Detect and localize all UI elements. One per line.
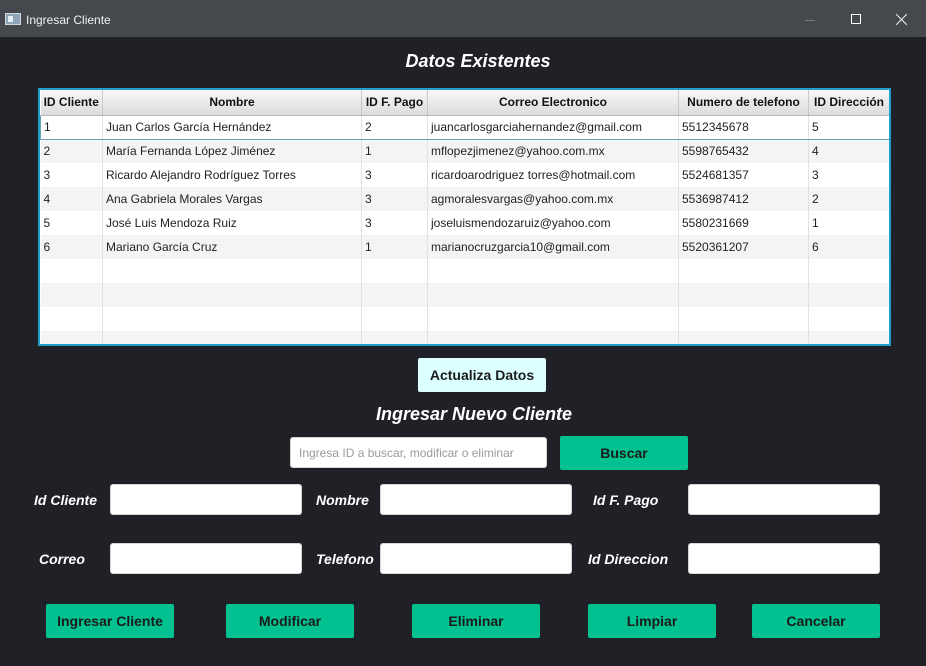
title-bar: Ingresar Cliente — [0, 0, 926, 37]
cell-id-cliente: 4 — [40, 187, 103, 211]
cell-correo: agmoralesvargas@yahoo.com.mx — [427, 187, 679, 211]
telefono-field[interactable] — [380, 543, 572, 574]
cell-id-direccion: 4 — [808, 139, 889, 163]
cell-id-pago: 2 — [361, 114, 428, 140]
empty-table-row — [40, 283, 889, 307]
correo-label: Correo — [39, 551, 85, 567]
column-header-nombre[interactable]: Nombre — [102, 90, 362, 116]
telefono-label: Telefono — [316, 551, 374, 567]
existing-data-heading: Datos Existentes — [405, 51, 551, 71]
cell-id-direccion: 5 — [808, 114, 889, 140]
table-row[interactable]: 6 Mariano García Cruz 1 marianocruzgarci… — [40, 235, 889, 259]
column-header-id-cliente[interactable]: ID Cliente — [40, 90, 103, 116]
cell-id-pago: 3 — [361, 187, 428, 211]
cell-nombre: Juan Carlos García Hernández — [102, 114, 362, 140]
close-icon — [896, 13, 908, 25]
cell-telefono: 5520361207 — [678, 235, 809, 259]
empty-table-row — [40, 331, 889, 344]
cell-id-cliente: 6 — [40, 235, 103, 259]
buscar-button[interactable]: Buscar — [560, 436, 688, 470]
minimize-icon — [805, 19, 815, 21]
id-pago-label: Id F. Pago — [593, 492, 659, 508]
column-header-telefono[interactable]: Numero de telefono — [678, 90, 809, 116]
column-header-id-pago[interactable]: ID F. Pago — [361, 90, 428, 116]
table-header-row: ID Cliente Nombre ID F. Pago Correo Elec… — [40, 90, 889, 116]
eliminar-button[interactable]: Eliminar — [412, 604, 540, 638]
maximize-icon — [851, 13, 861, 24]
maximize-button[interactable] — [834, 4, 878, 34]
cell-id-pago: 1 — [361, 139, 428, 163]
cell-nombre: José Luis Mendoza Ruiz — [102, 211, 362, 235]
empty-table-row — [40, 259, 889, 283]
empty-table-row — [40, 307, 889, 331]
correo-field[interactable] — [110, 543, 302, 574]
minimize-button[interactable] — [788, 4, 832, 34]
cell-correo: mflopezjimenez@yahoo.com.mx — [427, 139, 679, 163]
ingresar-cliente-button[interactable]: Ingresar Cliente — [46, 604, 174, 638]
actualiza-datos-button[interactable]: Actualiza Datos — [418, 358, 546, 392]
cell-telefono: 5512345678 — [678, 114, 809, 140]
cell-nombre: Ricardo Alejandro Rodríguez Torres — [102, 163, 362, 187]
app-window-icon — [5, 13, 21, 25]
cell-id-cliente: 1 — [40, 114, 103, 140]
id-cliente-field[interactable] — [110, 484, 302, 515]
cell-id-pago: 3 — [361, 211, 428, 235]
cell-telefono: 5580231669 — [678, 211, 809, 235]
cell-id-direccion: 3 — [808, 163, 889, 187]
table-row[interactable]: 1 Juan Carlos García Hernández 2 juancar… — [40, 114, 889, 140]
modificar-button[interactable]: Modificar — [226, 604, 354, 638]
window-title: Ingresar Cliente — [26, 13, 111, 27]
cell-telefono: 5536987412 — [678, 187, 809, 211]
column-header-correo[interactable]: Correo Electronico — [427, 90, 679, 116]
cell-telefono: 5524681357 — [678, 163, 809, 187]
table-row[interactable]: 5 José Luis Mendoza Ruiz 3 joseluismendo… — [40, 211, 889, 235]
cell-id-direccion: 1 — [808, 211, 889, 235]
cell-nombre: Mariano García Cruz — [102, 235, 362, 259]
cancelar-button[interactable]: Cancelar — [752, 604, 880, 638]
nombre-label: Nombre — [316, 492, 369, 508]
id-pago-field[interactable] — [688, 484, 880, 515]
cell-telefono: 5598765432 — [678, 139, 809, 163]
cell-correo: juancarlosgarciahernandez@gmail.com — [427, 114, 679, 140]
cell-id-direccion: 2 — [808, 187, 889, 211]
table-row[interactable]: 2 María Fernanda López Jiménez 1 mflopez… — [40, 139, 889, 163]
cell-id-cliente: 3 — [40, 163, 103, 187]
cell-correo: ricardoarodriguez torres@hotmail.com — [427, 163, 679, 187]
cell-nombre: Ana Gabriela Morales Vargas — [102, 187, 362, 211]
cell-id-cliente: 2 — [40, 139, 103, 163]
search-id-input[interactable] — [290, 437, 547, 468]
cell-id-cliente: 5 — [40, 211, 103, 235]
table-row[interactable]: 3 Ricardo Alejandro Rodríguez Torres 3 r… — [40, 163, 889, 187]
limpiar-button[interactable]: Limpiar — [588, 604, 716, 638]
id-direccion-label: Id Direccion — [588, 551, 669, 567]
nombre-field[interactable] — [380, 484, 572, 515]
id-cliente-label: Id Cliente — [34, 492, 98, 508]
cell-nombre: María Fernanda López Jiménez — [102, 139, 362, 163]
cell-id-direccion: 6 — [808, 235, 889, 259]
cell-id-pago: 3 — [361, 163, 428, 187]
cell-correo: marianocruzgarcia10@gmail.com — [427, 235, 679, 259]
new-client-heading: Ingresar Nuevo Cliente — [375, 404, 573, 424]
column-header-id-direccion[interactable]: ID Dirección — [808, 90, 889, 116]
id-direccion-field[interactable] — [688, 543, 880, 574]
table-row[interactable]: 4 Ana Gabriela Morales Vargas 3 agmorale… — [40, 187, 889, 211]
close-button[interactable] — [880, 4, 924, 34]
cell-id-pago: 1 — [361, 235, 428, 259]
clients-table[interactable]: ID Cliente Nombre ID F. Pago Correo Elec… — [38, 88, 891, 346]
cell-correo: joseluismendozaruiz@yahoo.com — [427, 211, 679, 235]
